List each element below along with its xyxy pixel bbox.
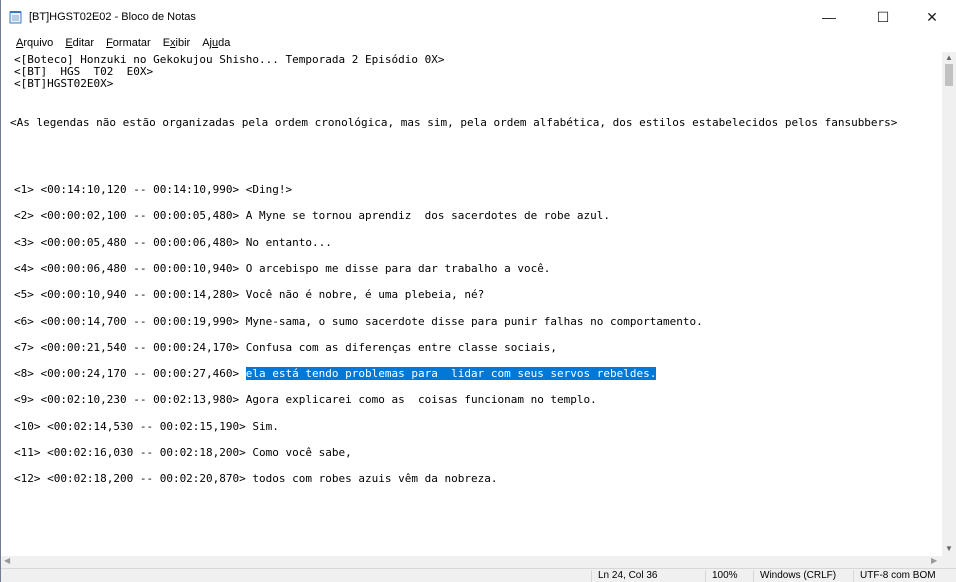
subtitle-timestamp: <8> <00:00:24,170 -- 00:00:27,460> xyxy=(14,367,246,381)
subtitle-text: Você não é nobre, é uma plebeia, né? xyxy=(245,288,485,302)
menu-label-part: ormatar xyxy=(112,37,151,49)
zoom-level: 100% xyxy=(705,570,738,582)
menu-accelerator: F xyxy=(106,37,113,49)
subtitle-timestamp: <9> <00:02:10,230 -- 00:02:13,980> xyxy=(14,393,246,407)
scrollbar-corner xyxy=(942,556,956,568)
menu-label-part: da xyxy=(218,37,231,49)
subtitle-text: Como você sabe, xyxy=(252,446,352,459)
menu-item[interactable]: Exibir xyxy=(163,37,191,49)
subtitle-line: <4> <00:00:06,480 -- 00:00:10,940> O arc… xyxy=(14,261,551,275)
minimize-button[interactable]: — xyxy=(810,0,848,34)
menu-label-part: E xyxy=(162,37,171,49)
subtitle-timestamp: <11> <00:02:16,030 -- 00:02:18,200> xyxy=(14,446,253,459)
close-button[interactable]: ✕ xyxy=(913,0,951,34)
subtitle-line: <9> <00:02:10,230 -- 00:02:13,980> Agora… xyxy=(14,394,597,406)
subtitle-line: <12> <00:02:18,200 -- 00:02:20,870> todo… xyxy=(14,473,497,485)
subtitle-timestamp: <1> <00:14:10,120 -- 00:14:10,990> xyxy=(14,183,246,196)
encoding: UTF-8 com BOM xyxy=(853,570,936,582)
subtitle-line: <7> <00:00:21,540 -- 00:00:24,170> Confu… xyxy=(14,340,558,354)
text-editor-area[interactable]: <[Boteco] Honzuki no Gekokujou Shisho...… xyxy=(1,52,942,556)
menu-accelerator: E xyxy=(65,37,73,49)
scroll-right-icon[interactable]: ▶ xyxy=(931,556,937,565)
text-line-header: <[BT]HGST02E0X> xyxy=(14,77,114,90)
subtitle-text: Myne-sama, o sumo sacerdote disse para p… xyxy=(245,314,703,328)
subtitle-timestamp: <12> <00:02:18,200 -- 00:02:20,870> xyxy=(14,472,253,486)
subtitle-timestamp: <6> <00:00:14,700 -- 00:00:19,990> xyxy=(14,314,246,328)
subtitle-line: <10> <00:02:14,530 -- 00:02:15,190> Sim. xyxy=(14,419,279,433)
vertical-scroll-thumb[interactable] xyxy=(945,64,953,86)
menu-item[interactable]: Ajuda xyxy=(202,37,230,49)
maximize-icon: ☐ xyxy=(876,8,890,25)
close-icon: ✕ xyxy=(926,8,938,25)
subtitle-text: Agora explicarei como as coisas funciona… xyxy=(245,393,597,407)
subtitle-timestamp: <7> <00:00:21,540 -- 00:00:24,170> xyxy=(14,340,246,354)
subtitle-line: <5> <00:00:10,940 -- 00:00:14,280> Você … xyxy=(14,289,484,301)
subtitle-timestamp: <2> <00:00:02,100 -- 00:00:05,480> xyxy=(14,209,246,223)
menu-item[interactable]: Editar xyxy=(65,37,94,49)
subtitle-line: <1> <00:14:10,120 -- 00:14:10,990> <Ding… xyxy=(14,184,292,196)
subtitle-timestamp: <10> <00:02:14,530 -- 00:02:15,190> xyxy=(14,419,253,433)
selected-text: ela está tendo problemas para lidar com … xyxy=(245,367,657,381)
subtitle-text: Confusa com as diferenças entre classe s… xyxy=(245,340,558,354)
menu-label-part: Aj xyxy=(202,37,212,49)
menu-bar: Arquivo Editar Formatar Exibir Ajuda xyxy=(1,34,956,52)
subtitle-text: O arcebispo me disse para dar trabalho a… xyxy=(245,261,551,275)
subtitle-text: <Ding!> xyxy=(245,183,293,196)
subtitle-line: <8> <00:00:24,170 -- 00:00:27,460> ela e… xyxy=(14,367,657,381)
title-bar[interactable]: [BT]HGST02E02 - Bloco de Notas — ☐ ✕ xyxy=(1,0,956,34)
menu-label-part: ibir xyxy=(175,37,191,49)
cursor-position: Ln 24, Col 36 xyxy=(591,570,658,582)
subtitle-timestamp: <5> <00:00:10,940 -- 00:00:14,280> xyxy=(14,288,246,302)
scroll-up-icon[interactable]: ▲ xyxy=(945,53,953,62)
menu-item[interactable]: Formatar xyxy=(106,37,151,49)
menu-label-part: ditar xyxy=(72,37,95,49)
subtitle-text: A Myne se tornou aprendiz dos sacerdotes… xyxy=(245,209,611,223)
scroll-down-icon[interactable]: ▼ xyxy=(945,544,953,553)
subtitle-line: <2> <00:00:02,100 -- 00:00:05,480> A Myn… xyxy=(14,210,610,222)
subtitle-text: todos com robes azuis vêm da nobreza. xyxy=(252,472,498,486)
subtitle-text: No entanto... xyxy=(245,235,332,249)
subtitle-line: <11> <00:02:16,030 -- 00:02:18,200> Como… xyxy=(14,447,352,459)
maximize-button[interactable]: ☐ xyxy=(864,0,902,34)
horizontal-scrollbar[interactable]: ◀ ▶ xyxy=(1,556,942,568)
status-bar: Ln 24, Col 36 100% Windows (CRLF) UTF-8 … xyxy=(1,568,956,582)
vertical-scrollbar[interactable]: ▲ ▼ xyxy=(942,52,956,556)
notepad-icon xyxy=(9,11,22,24)
notepad-window: [BT]HGST02E02 - Bloco de Notas — ☐ ✕ Arq… xyxy=(0,0,956,582)
text-line-note: <As legendas não estão organizadas pela … xyxy=(10,116,898,129)
scroll-left-icon[interactable]: ◀ xyxy=(4,556,10,565)
window-title: [BT]HGST02E02 - Bloco de Notas xyxy=(29,11,196,23)
menu-item[interactable]: Arquivo xyxy=(16,37,53,49)
minimize-icon: — xyxy=(822,9,836,25)
subtitle-text: Sim. xyxy=(252,419,279,433)
subtitle-timestamp: <4> <00:00:06,480 -- 00:00:10,940> xyxy=(14,261,246,275)
subtitle-line: <3> <00:00:05,480 -- 00:00:06,480> No en… xyxy=(14,235,332,249)
menu-label-part: rquivo xyxy=(23,37,54,49)
line-ending: Windows (CRLF) xyxy=(753,570,836,582)
subtitle-line: <6> <00:00:14,700 -- 00:00:19,990> Myne-… xyxy=(14,314,703,328)
subtitle-timestamp: <3> <00:00:05,480 -- 00:00:06,480> xyxy=(14,235,246,249)
